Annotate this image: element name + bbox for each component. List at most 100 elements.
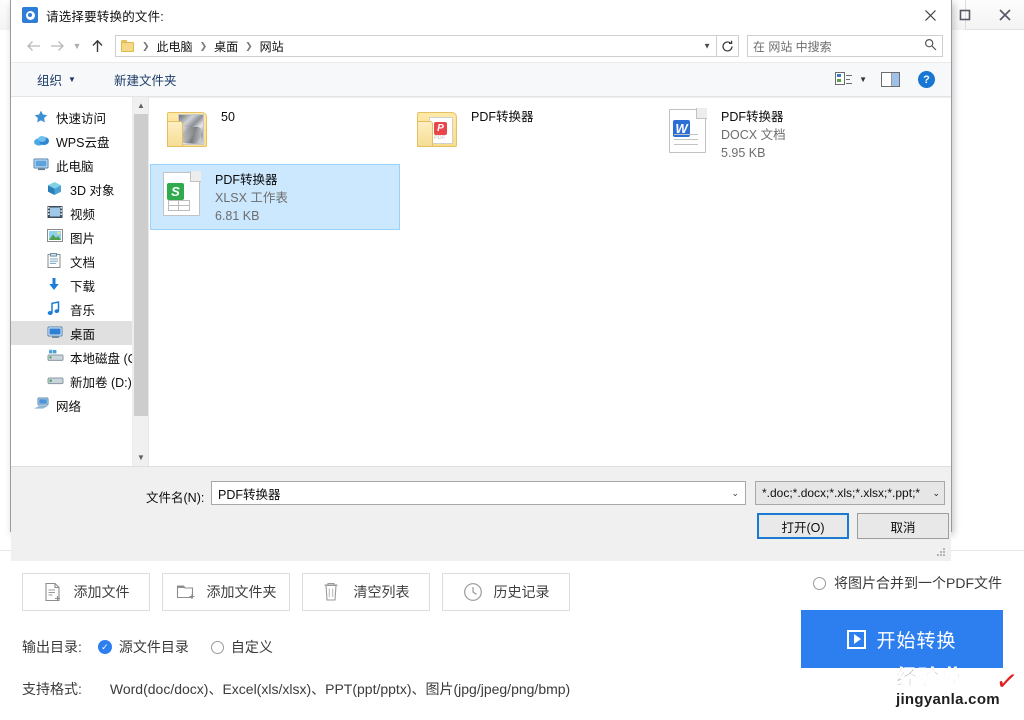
- sidebar-item-label: 视频: [70, 207, 96, 222]
- add-folder-label: 添加文件夹: [206, 584, 277, 600]
- organize-label: 组织: [37, 74, 63, 88]
- new-folder-button[interactable]: 新建文件夹: [114, 70, 177, 89]
- dialog-command-bar: 组织 ▼ 新建文件夹 ▼ ?: [11, 62, 951, 97]
- sidebar-item-downloads[interactable]: 下载: [11, 273, 148, 297]
- sidebar-item-music[interactable]: 音乐: [11, 297, 148, 321]
- file-item[interactable]: 50: [157, 102, 397, 158]
- sidebar-item-local-disk-c[interactable]: 本地磁盘 (C:): [11, 345, 148, 369]
- arrow-right-icon[interactable]: [45, 34, 69, 58]
- picture-icon: [47, 229, 64, 245]
- add-file-icon: [43, 582, 63, 603]
- radio-unchecked-icon[interactable]: [813, 576, 826, 590]
- sidebar-item-videos[interactable]: 视频: [11, 201, 148, 225]
- add-file-button[interactable]: 添加文件: [22, 573, 150, 611]
- network-icon: [33, 397, 50, 413]
- sidebar-item-pictures[interactable]: 图片: [11, 225, 148, 249]
- file-item[interactable]: P PDF PDF转换器: [407, 102, 647, 158]
- clear-list-button[interactable]: 清空列表: [302, 573, 430, 611]
- file-type: XLSX 工作表: [215, 191, 288, 205]
- sidebar-item-label: 下载: [70, 279, 96, 294]
- chevron-down-icon[interactable]: ▼: [69, 34, 85, 58]
- video-icon: [47, 205, 64, 221]
- start-convert-button[interactable]: 开始转换: [801, 610, 1003, 668]
- chevron-down-icon[interactable]: ▼: [133, 449, 148, 466]
- open-button[interactable]: 打开(O): [757, 513, 849, 539]
- screen: 请选择要转换的文件: ▼ ❯ 此电脑 ❯ 桌面 ❯ 网站 ▼ 在 网站 中搜索 …: [0, 0, 1024, 720]
- add-folder-button[interactable]: 添加文件夹: [162, 573, 290, 611]
- file-type-filter-select[interactable]: *.doc;*.docx;*.xls;*.xlsx;*.ppt;* ⌄: [755, 481, 945, 505]
- refresh-icon[interactable]: [717, 35, 739, 57]
- file-meta: 50: [221, 106, 235, 126]
- chevron-down-icon: ⌄: [932, 487, 940, 498]
- star-icon: [33, 109, 50, 125]
- sidebar-item-label: 音乐: [70, 303, 96, 318]
- help-icon[interactable]: ?: [918, 71, 935, 88]
- chevron-down-icon[interactable]: ▼: [859, 75, 867, 84]
- supported-formats-row: 支持格式: Word(doc/docx)、Excel(xls/xlsx)、PPT…: [22, 679, 570, 699]
- organize-menu[interactable]: 组织 ▼: [37, 70, 76, 89]
- arrow-up-icon[interactable]: [85, 34, 109, 58]
- search-input[interactable]: 在 网站 中搜索: [747, 35, 943, 57]
- sidebar-item-wps-cloud[interactable]: WPS云盘: [11, 129, 148, 153]
- chevron-down-icon[interactable]: ⌄: [731, 488, 739, 499]
- breadcrumb-separator: ❯: [245, 40, 253, 51]
- arrow-left-icon[interactable]: [21, 34, 45, 58]
- breadcrumb-item-1[interactable]: 桌面: [212, 38, 240, 55]
- output-option-source[interactable]: ✓ 源文件目录: [97, 637, 189, 657]
- view-options-icon[interactable]: [835, 71, 853, 88]
- close-icon[interactable]: [984, 0, 1024, 30]
- radio-checked-icon[interactable]: ✓: [97, 640, 112, 654]
- sidebar-item-label: 新加卷 (D:): [70, 375, 132, 390]
- file-item[interactable]: W PDF转换器 DOCX 文档 5.95 KB: [657, 102, 897, 166]
- folder-icon: [121, 40, 135, 52]
- dialog-main: 快速访问 WPS云盘 此电脑 3D 对象 视频 图片 文档 下载 音乐 桌面 本…: [11, 97, 951, 466]
- file-meta: PDF转换器 XLSX 工作表 6.81 KB: [215, 169, 288, 225]
- history-button[interactable]: 历史记录: [442, 573, 570, 611]
- resize-grip[interactable]: [937, 548, 947, 558]
- sidebar-item-new-volume-d[interactable]: 新加卷 (D:): [11, 369, 148, 393]
- radio-unchecked-icon[interactable]: [210, 640, 224, 654]
- folder-photo-icon: [163, 106, 213, 154]
- sidebar-item-3d-objects[interactable]: 3D 对象: [11, 177, 148, 201]
- sidebar-item-label: 桌面: [70, 327, 96, 342]
- preview-pane-icon[interactable]: [881, 72, 900, 87]
- sidebar-item-label: 文档: [70, 255, 96, 270]
- sidebar-item-this-pc[interactable]: 此电脑: [11, 153, 148, 177]
- file-item[interactable]: S PDF转换器 XLSX 工作表 6.81 KB: [150, 164, 400, 230]
- file-name: 50: [221, 110, 235, 124]
- target-icon: [22, 7, 38, 23]
- chevron-up-icon[interactable]: ▲: [133, 97, 148, 114]
- chevron-down-icon[interactable]: ▼: [703, 42, 711, 51]
- sidebar-item-documents[interactable]: 文档: [11, 249, 148, 273]
- file-type: DOCX 文档: [721, 128, 786, 142]
- file-meta: PDF转换器 DOCX 文档 5.95 KB: [721, 106, 786, 162]
- sidebar-item-network[interactable]: 网络: [11, 393, 148, 417]
- breadcrumb-item-2[interactable]: 网站: [258, 38, 286, 55]
- merge-images-option[interactable]: 将图片合并到一个PDF文件: [813, 573, 1002, 593]
- navigation-pane: 快速访问 WPS云盘 此电脑 3D 对象 视频 图片 文档 下载 音乐 桌面 本…: [11, 97, 148, 466]
- scrollbar-thumb[interactable]: [134, 114, 148, 416]
- sidebar-item-label: 网络: [56, 399, 82, 414]
- address-bar[interactable]: ❯ 此电脑 ❯ 桌面 ❯ 网站 ▼: [115, 35, 717, 57]
- cancel-button[interactable]: 取消: [857, 513, 949, 539]
- file-list-pane: 50 P PDF PDF转换器 W PDF转换器 DOCX 文档 5.95 KB…: [148, 97, 951, 466]
- start-convert-label: 开始转换: [876, 630, 957, 652]
- sidebar-item-label: 图片: [70, 231, 96, 246]
- pane-top-border: [149, 97, 951, 98]
- file-name: PDF转换器: [721, 110, 784, 124]
- sidebar-item-label: 快速访问: [56, 111, 107, 126]
- merge-images-label: 将图片合并到一个PDF文件: [834, 575, 1002, 591]
- file-open-dialog: 请选择要转换的文件: ▼ ❯ 此电脑 ❯ 桌面 ❯ 网站 ▼ 在 网站 中搜索 …: [10, 0, 952, 561]
- output-option-custom[interactable]: 自定义: [210, 637, 273, 657]
- breadcrumb-item-0[interactable]: 此电脑: [155, 38, 195, 55]
- close-icon[interactable]: [915, 2, 945, 28]
- sidebar-item-label: 此电脑: [56, 159, 94, 174]
- sidebar-item-desktop[interactable]: 桌面: [11, 321, 148, 345]
- filter-value: *.doc;*.docx;*.xls;*.xlsx;*.ppt;*: [762, 486, 921, 500]
- dialog-title: 请选择要转换的文件:: [46, 9, 164, 24]
- filename-input[interactable]: PDF转换器 ⌄: [211, 481, 746, 505]
- output-directory-label: 输出目录:: [22, 639, 82, 655]
- play-icon: [847, 629, 867, 649]
- sidebar-scrollbar[interactable]: ▲ ▼: [132, 97, 148, 466]
- sidebar-item-quick-access[interactable]: 快速访问: [11, 105, 148, 129]
